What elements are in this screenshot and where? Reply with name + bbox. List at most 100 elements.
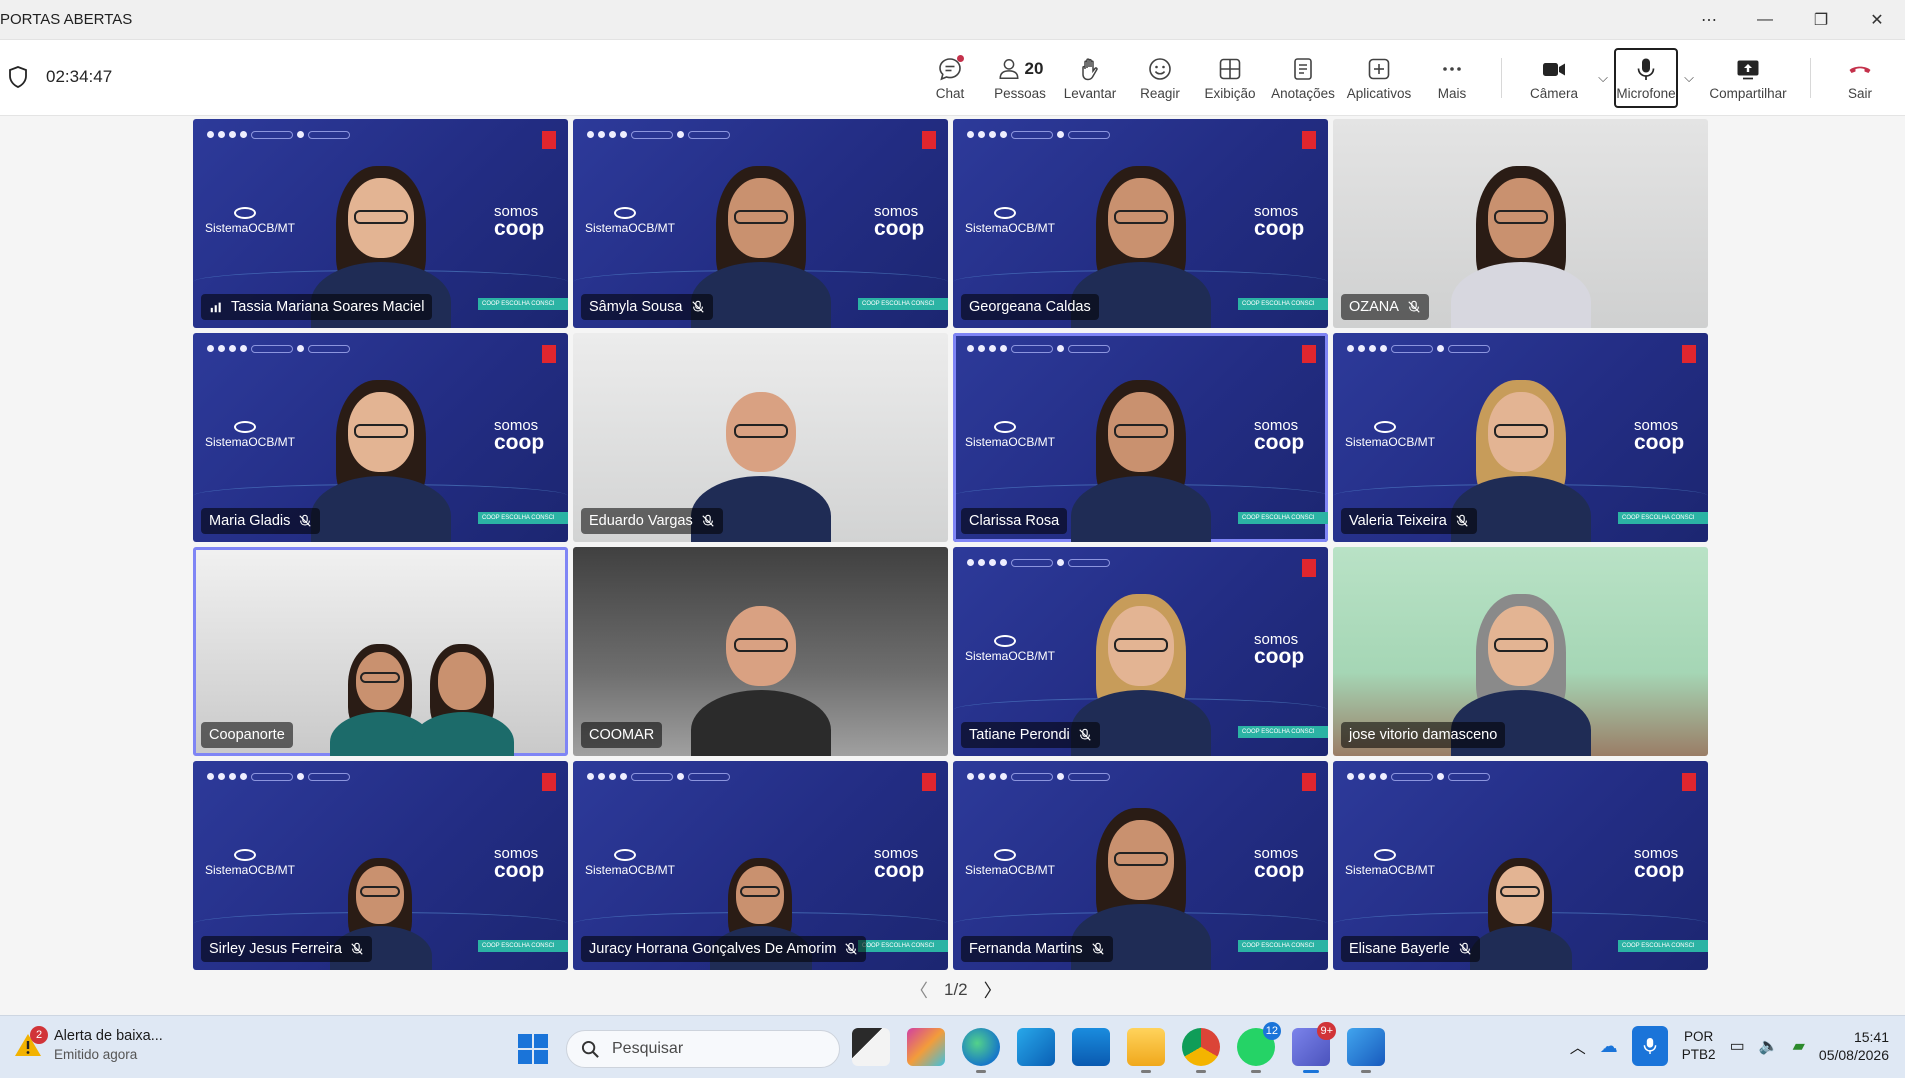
language-code: POR (1684, 1029, 1714, 1045)
onedrive-icon[interactable]: ☁ (1600, 1036, 1618, 1057)
view-label: Exibição (1204, 85, 1256, 101)
volume-icon[interactable]: 🔈 (1759, 1036, 1779, 1056)
view-button[interactable]: Exibição (1195, 46, 1265, 110)
background-header (1347, 345, 1490, 353)
participant-tile[interactable]: SistemaOCB/MT somos coop COOP ESCOLHA CONSC… (953, 119, 1328, 328)
background-slogan: somos coop (1634, 417, 1685, 455)
participant-tile[interactable]: Eduardo Vargas (573, 333, 948, 542)
apps-button[interactable]: Aplicativos (1341, 46, 1417, 110)
microphone-options-chevron-icon[interactable]: ⌵ (1678, 46, 1700, 110)
microphone-button[interactable]: Microfone (1614, 48, 1678, 108)
background-brand-logo: SistemaOCB/MT (965, 207, 1055, 235)
input-language[interactable]: POR PTB2 (1682, 1028, 1716, 1063)
teams-icon[interactable]: 9+ (1292, 1022, 1336, 1073)
participant-name-tag: Clarissa Rosa (961, 508, 1068, 534)
participant-video (306, 372, 456, 542)
background-header (967, 773, 1110, 781)
chrome-browser-icon[interactable] (1182, 1028, 1220, 1073)
participant-tile[interactable]: SistemaOCB/MT somos coop COOP ESCOLHA CONSC… (573, 761, 948, 970)
background-header (1347, 773, 1490, 781)
hang-up-icon (1849, 66, 1871, 73)
word-icon[interactable] (1347, 1028, 1385, 1073)
background-stripe: COOP ESCOLHA CONSCI (1618, 940, 1708, 952)
background-stripe: COOP ESCOLHA CONSCI (858, 940, 948, 952)
muted-microphone-icon (702, 514, 714, 527)
people-button[interactable]: 20 Pessoas (985, 46, 1055, 110)
participant-tile[interactable]: jose vitorio damasceno (1333, 547, 1708, 756)
task-view-icon[interactable] (852, 1028, 890, 1066)
taskbar-search[interactable]: Pesquisar (566, 1030, 840, 1068)
alert-subtitle: Emitido agora (54, 1047, 138, 1062)
warning-icon: 2 (14, 1026, 48, 1058)
participant-tile[interactable]: COOMAR (573, 547, 948, 756)
background-stripe: COOP ESCOLHA CONSCI (1618, 512, 1708, 524)
leave-button[interactable]: Sair (1825, 46, 1895, 110)
grid-view-icon (1219, 58, 1241, 79)
participant-tile[interactable]: SistemaOCB/MT somos coop COOP ESCOLHA CONSC… (193, 333, 568, 542)
muted-microphone-icon (1456, 514, 1468, 527)
raise-hand-label: Levantar (1063, 85, 1117, 101)
minimize-button[interactable]: — (1737, 0, 1793, 40)
participant-tile[interactable]: SistemaOCB/MT somos coop COOP ESCOLHA CONSC… (573, 119, 948, 328)
participant-tile[interactable]: SistemaOCB/MT somos coop COOP ESCOLHA CONSC… (1333, 333, 1708, 542)
network-icon[interactable]: ▭ (1730, 1036, 1745, 1056)
participant-name: Tassia Mariana Soares Maciel (231, 299, 425, 315)
battery-icon[interactable]: ▰ (1793, 1036, 1805, 1056)
background-stripe: COOP ESCOLHA CONSCI (1238, 298, 1328, 310)
participant-tile[interactable]: SistemaOCB/MT somos coop COOP ESCOLHA CONSC… (953, 333, 1328, 542)
close-button[interactable]: ✕ (1849, 0, 1905, 40)
participant-tile[interactable]: SistemaOCB/MT somos coop COOP ESCOLHA CONSC… (1333, 761, 1708, 970)
participant-name: Eduardo Vargas (589, 513, 693, 529)
m365-copilot-icon[interactable] (907, 1028, 945, 1066)
background-brand-logo: SistemaOCB/MT (585, 207, 675, 235)
weather-alert-widget[interactable]: 2 Alerta de baixa... Emitido agora (14, 1026, 163, 1062)
notes-button[interactable]: Anotações (1265, 46, 1341, 110)
more-button[interactable]: Mais (1417, 46, 1487, 110)
camera-label: Câmera (1529, 85, 1578, 101)
participant-tile[interactable]: SistemaOCB/MT somos coop COOP ESCOLHA CONSC… (193, 119, 568, 328)
camera-options-chevron-icon[interactable]: ⌵ (1592, 46, 1614, 110)
windows-start-icon[interactable] (518, 1034, 548, 1064)
participant-tile[interactable]: Coopanorte (193, 547, 568, 756)
audio-level-icon (210, 302, 221, 313)
react-button[interactable]: Reagir (1125, 46, 1195, 110)
participant-tile[interactable]: SistemaOCB/MT somos coop COOP ESCOLHA CONSC… (193, 761, 568, 970)
participant-tile[interactable]: OZANA (1333, 119, 1708, 328)
brand-badge (542, 131, 556, 149)
participant-name: Sirley Jesus Ferreira (209, 941, 342, 957)
chat-unread-dot (957, 55, 964, 62)
brand-badge (542, 773, 556, 791)
chevron-up-icon[interactable]: ︿ (1570, 1034, 1586, 1058)
participant-name: Tatiane Perondi (969, 727, 1070, 743)
outlook-icon[interactable] (1017, 1028, 1055, 1066)
background-brand-logo: SistemaOCB/MT (1345, 849, 1435, 877)
background-brand-logo: SistemaOCB/MT (965, 421, 1055, 449)
whatsapp-badge: 12 (1262, 1022, 1281, 1040)
people-icon (999, 58, 1019, 79)
participant-name: COOMAR (589, 727, 655, 743)
participant-name: Elisane Bayerle (1349, 941, 1450, 957)
participant-tile[interactable]: SistemaOCB/MT somos coop COOP ESCOLHA CONSC… (953, 547, 1328, 756)
whatsapp-icon[interactable]: 12 (1237, 1022, 1281, 1073)
participant-tile[interactable]: SistemaOCB/MT somos coop COOP ESCOLHA CONSC… (953, 761, 1328, 970)
camera-button[interactable]: Câmera (1516, 46, 1592, 110)
keyboard-layout: PTB2 (1681, 1047, 1716, 1062)
participant-name: Juracy Horrana Gonçalves De Amorim (589, 941, 837, 957)
gallery-pager: 〈 1/2 〉 (910, 977, 1002, 1003)
more-options-icon[interactable]: ⋯ (1681, 0, 1737, 40)
participant-name-tag: Sirley Jesus Ferreira (201, 936, 372, 962)
chat-button[interactable]: Chat (915, 46, 985, 110)
background-brand-logo: SistemaOCB/MT (1345, 421, 1435, 449)
background-brand-logo: SistemaOCB/MT (205, 421, 295, 449)
microsoft-store-icon[interactable] (1072, 1028, 1110, 1066)
clock-time: 15:41 (1853, 1028, 1889, 1045)
share-button[interactable]: Compartilhar (1700, 46, 1796, 110)
next-page-chevron-icon[interactable]: 〉 (984, 977, 1002, 1003)
edge-browser-icon[interactable] (962, 1028, 1000, 1073)
restore-button[interactable]: ❐ (1793, 0, 1849, 40)
previous-page-chevron-icon[interactable]: 〈 (910, 977, 928, 1003)
raise-hand-button[interactable]: Levantar (1055, 46, 1125, 110)
file-explorer-icon[interactable] (1127, 1028, 1165, 1073)
microphone-in-use-icon[interactable] (1631, 1026, 1668, 1066)
taskbar-clock[interactable]: 15:41 05/08/2026 (1819, 1028, 1889, 1064)
